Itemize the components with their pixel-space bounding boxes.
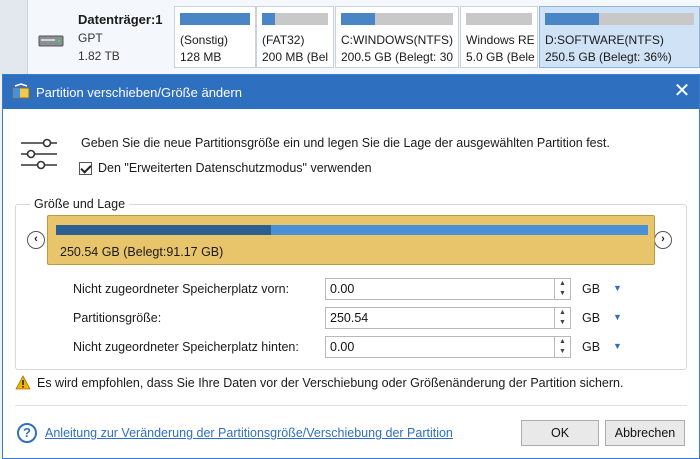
data-protection-checkbox-row[interactable]: Den "Erweiterten Datenschutzmodus" verwe…: [79, 161, 372, 175]
disk-name: Datenträger:1: [78, 12, 163, 27]
disk-map-side-panel: [0, 0, 28, 74]
partition-tile-bar: [180, 13, 250, 25]
move-left-arrow-icon[interactable]: ‹: [27, 231, 45, 249]
sliders-icon: [21, 138, 57, 170]
field-unallocated-before: Nicht zugeordneter Speicherplatz vorn: ▲…: [73, 278, 633, 300]
help-link[interactable]: Anleitung zur Veränderung der Partitions…: [45, 426, 453, 440]
partition-tile-label: Windows RE: [466, 33, 535, 47]
partition-tile-label: D:SOFTWARE(NTFS): [545, 33, 664, 47]
divider: [15, 405, 687, 406]
partition-tile-bar: [545, 13, 694, 25]
disk-type: GPT: [78, 31, 103, 45]
help-icon[interactable]: ?: [17, 423, 37, 443]
field-unallocated-after: Nicht zugeordneter Speicherplatz hinten:…: [73, 336, 633, 358]
disk-size: 1.82 TB: [78, 49, 120, 63]
partition-tile-bar: [466, 13, 532, 25]
partition-tile-label: C:WINDOWS(NTFS): [341, 33, 453, 47]
partition-tile-label: (Sonstig): [180, 33, 229, 47]
instruction-text: Geben Sie die neue Partitionsgröße ein u…: [81, 136, 610, 150]
partition-usage-bar-used: [56, 225, 272, 235]
dialog-titlebar[interactable]: Partition verschieben/Größe ändern ✕: [3, 75, 699, 109]
unit-label: GB: [582, 282, 601, 296]
partition-tile[interactable]: Windows RE 5.0 GB (Bele: [460, 6, 538, 68]
spin-up-icon[interactable]: ▲: [555, 337, 570, 347]
partition-tile-bar-used: [262, 13, 276, 25]
partition-tile-detail: 128 MB: [180, 50, 222, 64]
unit-dropdown-icon[interactable]: ▼: [613, 341, 622, 351]
cancel-button[interactable]: Abbrechen: [605, 420, 685, 446]
partition-tile-bar-used: [545, 13, 599, 25]
partition-size-spinner[interactable]: ▲ ▼: [555, 307, 571, 329]
partition-usage-label: 250.54 GB (Belegt:91.17 GB): [60, 245, 224, 259]
field-label: Nicht zugeordneter Speicherplatz vorn:: [73, 282, 290, 296]
unallocated-before-spinner[interactable]: ▲ ▼: [555, 278, 571, 300]
partition-tile-detail: 250.5 GB (Belegt: 36%): [545, 50, 672, 64]
spin-down-icon[interactable]: ▼: [555, 318, 570, 328]
dialog-title: Partition verschieben/Größe ändern: [36, 85, 242, 100]
partition-tile[interactable]: C:WINDOWS(NTFS) 200.5 GB (Belegt: 30: [335, 6, 459, 68]
warning-text: Es wird empfohlen, dass Sie Ihre Daten v…: [37, 375, 624, 390]
hard-disk-icon: [38, 35, 64, 47]
move-resize-icon: [12, 83, 30, 99]
partition-usage-bar[interactable]: [56, 225, 648, 235]
partition-tile[interactable]: D:SOFTWARE(NTFS) 250.5 GB (Belegt: 36%): [539, 6, 700, 68]
partition-tile-bar: [341, 13, 453, 25]
unit-dropdown-icon[interactable]: ▼: [613, 283, 622, 293]
partition-tile[interactable]: (Sonstig) 128 MB: [174, 6, 256, 68]
partition-tile-detail: 5.0 GB (Bele: [466, 50, 535, 64]
unit-label: GB: [582, 311, 601, 325]
move-resize-dialog: Partition verschieben/Größe ändern ✕ Geb…: [2, 74, 700, 459]
field-partition-size: Partitionsgröße: ▲ ▼ GB ▼: [73, 307, 633, 329]
disk-info[interactable]: Datenträger:1 GPT 1.82 TB: [34, 8, 172, 66]
spin-down-icon[interactable]: ▼: [555, 289, 570, 299]
field-label: Nicht zugeordneter Speicherplatz hinten:: [73, 340, 299, 354]
spin-up-icon[interactable]: ▲: [555, 279, 570, 289]
partition-tile-bar-used: [341, 13, 375, 25]
partition-tile-bar: [262, 13, 328, 25]
warning-icon: [15, 375, 31, 390]
data-protection-checkbox-label[interactable]: Den "Erweiterten Datenschutzmodus" verwe…: [98, 161, 372, 175]
partition-layout-box[interactable]: 250.54 GB (Belegt:91.17 GB): [47, 215, 655, 265]
field-label: Partitionsgröße:: [73, 311, 162, 325]
data-protection-checkbox[interactable]: [79, 161, 92, 175]
partition-size-input[interactable]: [325, 307, 555, 329]
unit-dropdown-icon[interactable]: ▼: [613, 312, 622, 322]
spin-down-icon[interactable]: ▼: [555, 347, 570, 357]
unallocated-after-input[interactable]: [325, 336, 555, 358]
partition-tile[interactable]: (FAT32) 200 MB (Bel: [256, 6, 334, 68]
unit-label: GB: [582, 340, 601, 354]
move-right-arrow-icon[interactable]: ›: [654, 231, 672, 249]
backup-warning: Es wird empfohlen, dass Sie Ihre Daten v…: [15, 375, 623, 390]
unallocated-after-spinner[interactable]: ▲ ▼: [555, 336, 571, 358]
close-button[interactable]: ✕: [669, 79, 695, 105]
unallocated-before-input[interactable]: [325, 278, 555, 300]
ok-button[interactable]: OK: [521, 420, 599, 446]
partition-tile-bar-used: [180, 13, 250, 25]
group-title: Größe und Lage: [30, 197, 130, 211]
partition-tile-detail: 200 MB (Bel: [262, 50, 329, 64]
spin-up-icon[interactable]: ▲: [555, 308, 570, 318]
partition-tile-label: (FAT32): [262, 33, 305, 47]
partition-tile-detail: 200.5 GB (Belegt: 30: [341, 50, 454, 64]
